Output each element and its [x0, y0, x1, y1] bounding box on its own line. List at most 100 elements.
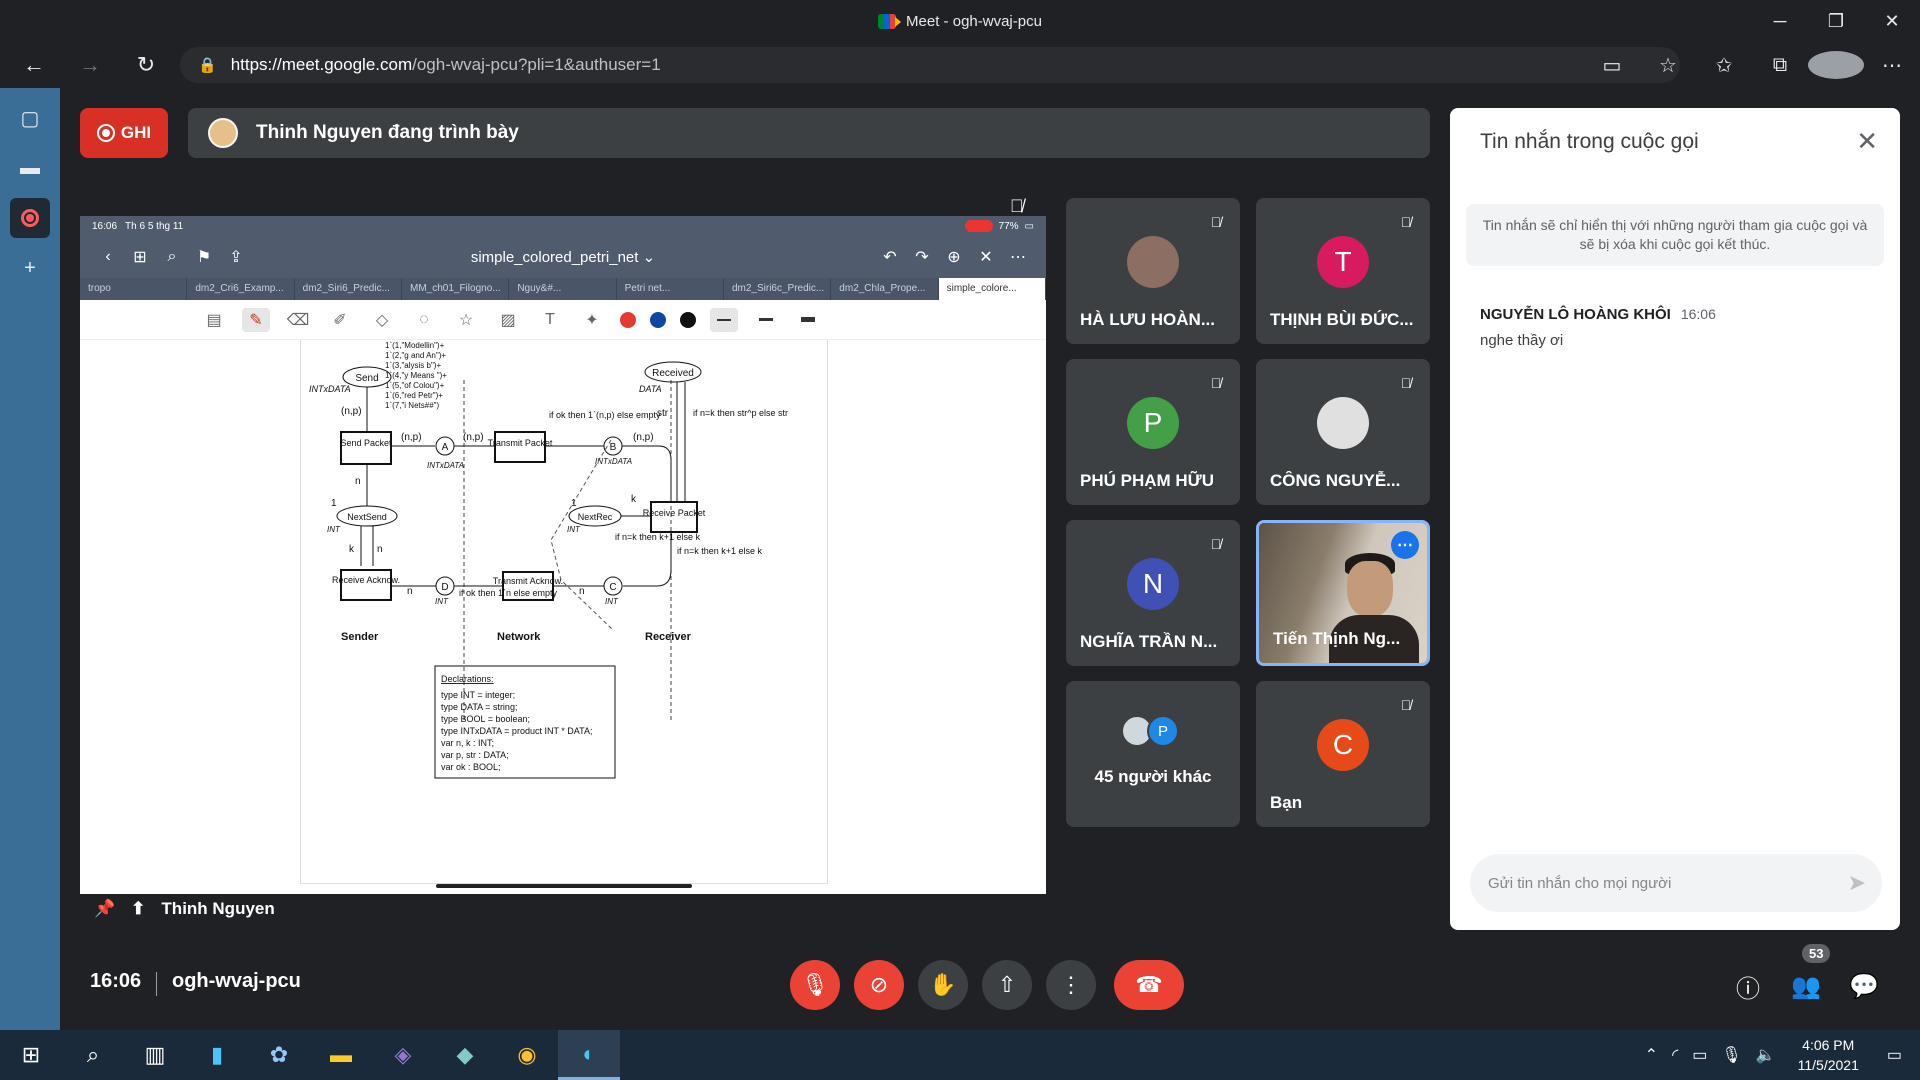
- volume-icon[interactable]: 🔈: [1756, 1045, 1776, 1065]
- doc-tab: Petri net...: [617, 278, 724, 300]
- people-button[interactable]: 👥: [1784, 964, 1828, 1008]
- self-avatar: C: [1317, 719, 1369, 771]
- more-options-icon[interactable]: ⋯: [1391, 531, 1419, 559]
- mic-toggle-button[interactable]: 🎙: [790, 960, 840, 1010]
- close-chat-button[interactable]: ✕: [1856, 126, 1878, 157]
- chat-button[interactable]: 💬: [1842, 964, 1886, 1008]
- taskbar-clock[interactable]: 4:06 PM 11/5/2021: [1798, 1035, 1859, 1075]
- pin-icon[interactable]: 📌: [94, 899, 115, 919]
- window-title-text: Meet - ogh-wvaj-pcu: [906, 12, 1042, 30]
- participant-name: THỊNH BÙI ĐỨC...: [1270, 310, 1414, 329]
- browser-toolbar: ← → ↻ 🔒 https://meet.google.com /ogh-wva…: [0, 42, 1920, 88]
- screen-record-pill: [964, 220, 993, 232]
- back-button[interactable]: ←: [12, 47, 56, 83]
- participant-tile[interactable]: 🎙̸ N NGHĨA TRẦN N...: [1066, 520, 1240, 666]
- chrome-icon[interactable]: ◉: [496, 1030, 558, 1080]
- message-text: nghe thầy ơi: [1480, 332, 1564, 349]
- participant-tile[interactable]: 🎙̸ P PHÚ PHẠM HỮU: [1066, 359, 1240, 505]
- others-avatars: P: [1066, 715, 1240, 747]
- camera-icon[interactable]: ▭: [1584, 53, 1640, 78]
- sticker-icon: ☆: [458, 311, 474, 329]
- color-blue-swatch: [650, 311, 666, 328]
- send-place-type: INTxDATA: [309, 384, 351, 394]
- lock-icon: 🔒: [198, 57, 217, 74]
- collections-icon[interactable]: ⧉: [1752, 54, 1808, 77]
- profile-avatar[interactable]: [1808, 51, 1864, 79]
- windows-taskbar: ⊞ ⌕ ▥ ▮ ✿ ▬ ◈ ◆ ◉ ◐ ⌃ ◜ ▭ 🎙 🔈 4:06 PM 11…: [0, 1030, 1920, 1080]
- add-icon[interactable]: +: [10, 248, 50, 288]
- recording-badge[interactable]: GHI: [80, 108, 168, 158]
- favorites-icon[interactable]: ✩: [1696, 53, 1752, 78]
- grid-icon: ⊞: [133, 249, 147, 266]
- close-doc-icon: ✕: [979, 249, 993, 266]
- doc-tabs: tropo dm2_Cri6_Examp... dm2_Siri6_Predic..…: [80, 278, 1046, 300]
- eraser-icon: ⌫: [286, 311, 310, 329]
- refresh-button[interactable]: ↻: [124, 47, 168, 83]
- sender-label: Sender: [341, 631, 379, 643]
- more-options-button[interactable]: ⋮: [1046, 960, 1096, 1010]
- present-button[interactable]: ⇧: [982, 960, 1032, 1010]
- edge-icon[interactable]: ◐: [558, 1030, 620, 1080]
- search-icon[interactable]: ⌕: [62, 1030, 124, 1080]
- doc-tab: dm2_Chla_Prope...: [831, 278, 939, 300]
- battery-icon[interactable]: ▭: [1692, 1045, 1707, 1065]
- battery-icon: ▭: [1024, 220, 1034, 232]
- app-icon-2[interactable]: ✿: [248, 1030, 310, 1080]
- home-indicator: [436, 884, 692, 888]
- file-explorer-icon[interactable]: ▬: [310, 1030, 372, 1080]
- ifnk-label: if n=k then str^p else str: [693, 408, 788, 418]
- ipad-status-bar: 16:06 Th 6 5 thg 11 77% ▭: [80, 216, 1046, 236]
- participant-tile-video[interactable]: ⋯ Tiến Thịnh Ng...: [1256, 520, 1430, 666]
- window-titlebar: Meet - ogh-wvaj-pcu ─ ❐ ✕: [0, 0, 1920, 42]
- wifi-icon[interactable]: ◜: [1672, 1045, 1678, 1065]
- chevron-up-icon[interactable]: ⌃: [1645, 1045, 1658, 1065]
- place-d: D: [441, 582, 448, 593]
- sidebar-app-icon[interactable]: ▬: [10, 148, 50, 188]
- app-icon-1[interactable]: ▮: [186, 1030, 248, 1080]
- tabs-icon[interactable]: ▢: [10, 98, 50, 138]
- forward-button[interactable]: →: [68, 47, 112, 83]
- mic-icon[interactable]: 🎙: [1721, 1045, 1741, 1065]
- task-view-icon[interactable]: ▥: [124, 1030, 186, 1080]
- system-tray: ⌃ ◜ ▭ 🎙 🔈 4:06 PM 11/5/2021 ▭: [1645, 1030, 1920, 1080]
- share-icon: ⇪: [229, 249, 243, 266]
- doc-tab: dm2_Siri6_Predic...: [295, 278, 402, 300]
- mic-off-icon: 🎙: [801, 972, 829, 997]
- people-icon: 👥: [1791, 972, 1821, 1000]
- doc-tab: tropo: [80, 278, 188, 300]
- receive-ack-label: Receive Acknow.: [332, 575, 400, 585]
- redo-icon: ↷: [915, 249, 929, 266]
- participant-tile[interactable]: 🎙̸ HÀ LƯU HOÀN...: [1066, 198, 1240, 344]
- start-button[interactable]: ⊞: [0, 1030, 62, 1080]
- present-screen-icon: ⇧: [997, 972, 1017, 997]
- restore-button[interactable]: ❐: [1808, 0, 1864, 42]
- chat-title: Tin nhắn trong cuộc gọi: [1480, 130, 1699, 153]
- address-bar[interactable]: 🔒 https://meet.google.com /ogh-wvaj-pcu?…: [180, 47, 1680, 83]
- status-date: Th 6 5 thg 11: [125, 220, 184, 232]
- add-favorite-icon[interactable]: ☆: [1640, 53, 1696, 78]
- leave-call-button[interactable]: ☎: [1114, 960, 1184, 1010]
- search-icon: ⌕: [167, 248, 177, 265]
- raise-hand-button[interactable]: ✋: [918, 960, 968, 1010]
- meeting-info-button[interactable]: ⓘ: [1726, 964, 1770, 1008]
- self-tile[interactable]: 🎙̸ C Bạn: [1256, 681, 1430, 827]
- more-icon[interactable]: ⋯: [1864, 53, 1920, 78]
- chat-input[interactable]: Gửi tin nhắn cho mọi người ➤: [1470, 854, 1882, 912]
- others-tile[interactable]: P 45 người khác: [1066, 681, 1240, 827]
- camera-toggle-button[interactable]: ⊘: [854, 960, 904, 1010]
- participant-tile[interactable]: 🎙̸ CÔNG NGUYỄ...: [1256, 359, 1430, 505]
- n-label-2: n: [377, 544, 383, 555]
- visual-studio-icon[interactable]: ◈: [372, 1030, 434, 1080]
- notification-icon[interactable]: ▭: [1887, 1045, 1902, 1065]
- recording-icon[interactable]: [10, 198, 50, 238]
- close-window-button[interactable]: ✕: [1864, 0, 1920, 42]
- app-icon-3[interactable]: ◆: [434, 1030, 496, 1080]
- status-right: 77% ▭: [964, 220, 1034, 232]
- participant-tile[interactable]: 🎙̸ T THỊNH BÙI ĐỨC...: [1256, 198, 1430, 344]
- minimize-button[interactable]: ─: [1752, 0, 1808, 42]
- declaration-line: type INT = integer;: [441, 690, 515, 700]
- np-label-1: (n,p): [341, 406, 362, 417]
- send-icon[interactable]: ➤: [1848, 870, 1866, 896]
- url-host: https://meet.google.com: [230, 55, 413, 74]
- present-icon[interactable]: ⬆: [131, 899, 145, 919]
